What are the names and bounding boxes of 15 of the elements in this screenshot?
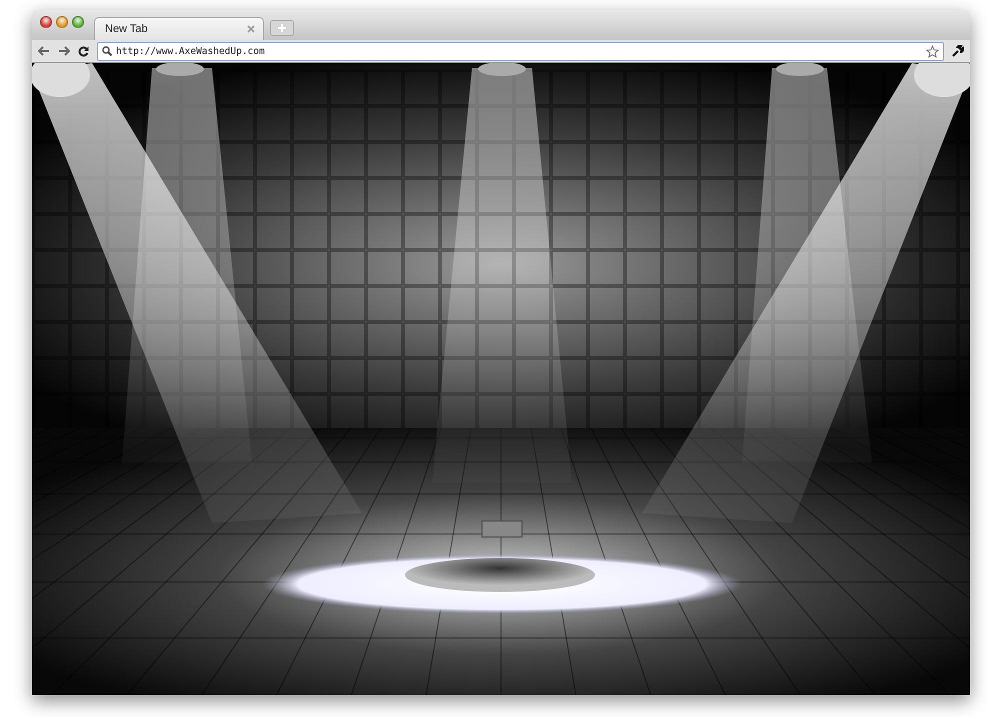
plus-icon [278,24,286,32]
star-icon[interactable] [926,44,939,58]
tab-title: New Tab [105,23,148,36]
browser-tab[interactable]: New Tab [94,17,264,40]
search-icon [102,46,112,56]
close-button[interactable] [40,16,52,28]
zoom-button[interactable] [72,16,84,28]
new-tab-button[interactable] [270,20,294,36]
reload-icon[interactable] [78,46,89,57]
forward-icon[interactable] [58,46,70,56]
close-icon[interactable] [247,25,255,34]
minimize-button[interactable] [56,16,68,28]
address-bar[interactable]: http://www.AxeWashedUp.com [97,42,944,61]
wrench-icon[interactable] [952,45,964,58]
back-icon[interactable] [38,46,50,56]
